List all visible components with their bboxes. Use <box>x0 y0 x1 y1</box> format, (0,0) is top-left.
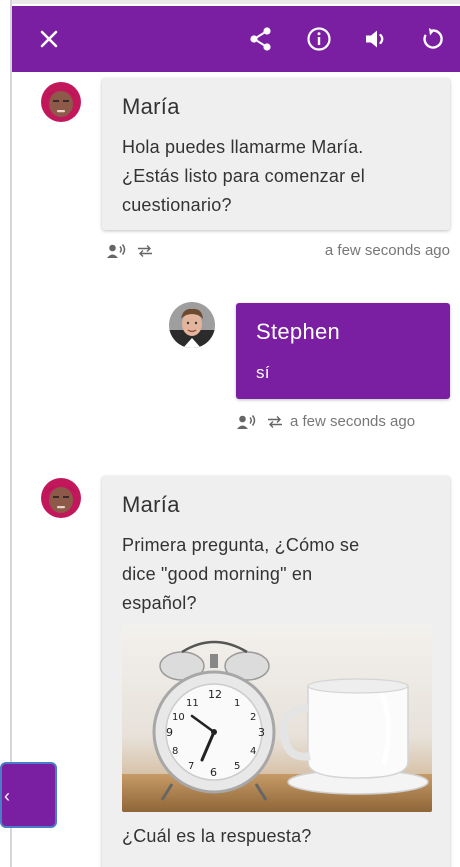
side-panel-button[interactable]: ‹ <box>0 762 57 828</box>
translate-icon[interactable] <box>136 244 154 258</box>
svg-text:7: 7 <box>188 761 194 772</box>
message-line: Primera pregunta, ¿Cómo se <box>122 535 360 555</box>
svg-text:8: 8 <box>172 746 178 757</box>
message-line: Hola puedes llamarme María. <box>122 137 364 157</box>
message-line: sí <box>256 363 270 382</box>
message-line: español? <box>122 593 197 613</box>
maria-avatar <box>38 78 84 124</box>
speaker-icon[interactable] <box>106 243 128 259</box>
message-line: ¿Estás listo para comenzar el <box>122 166 365 186</box>
chat-transcript[interactable]: María Hola puedes llamarme María. ¿Estás… <box>12 72 460 867</box>
translate-icon[interactable] <box>266 415 284 429</box>
message-image[interactable]: 12 3 6 9 1 2 4 5 7 8 10 11 <box>122 624 432 812</box>
reload-icon <box>423 28 443 49</box>
svg-text:11: 11 <box>186 698 199 709</box>
share-button[interactable] <box>238 6 284 72</box>
info-button[interactable] <box>296 6 342 72</box>
message-meta-1: a few seconds ago <box>106 242 450 259</box>
sender-name: María <box>122 492 180 517</box>
message-meta-2: a few seconds ago <box>236 413 450 430</box>
svg-text:5: 5 <box>234 761 240 772</box>
close-icon <box>40 30 58 48</box>
maria-avatar <box>38 474 84 520</box>
message-timestamp: a few seconds ago <box>324 242 450 259</box>
svg-text:10: 10 <box>172 712 185 723</box>
message-timestamp: a few seconds ago <box>290 413 416 430</box>
reload-button[interactable] <box>410 6 456 72</box>
window-top-edge <box>0 0 460 4</box>
close-button[interactable] <box>26 6 72 72</box>
svg-text:9: 9 <box>166 726 173 739</box>
svg-text:2: 2 <box>250 712 256 723</box>
chat-toolbar <box>12 6 460 72</box>
message-line: ¿Cuál es la respuesta? <box>122 826 312 846</box>
svg-text:3: 3 <box>258 726 265 739</box>
sender-name: María <box>122 94 180 119</box>
volume-button[interactable] <box>353 6 399 72</box>
svg-text:4: 4 <box>250 746 256 757</box>
chevron-left-icon: ‹ <box>4 786 10 806</box>
message-line: dice "good morning" en <box>122 564 313 584</box>
svg-text:12: 12 <box>208 688 222 701</box>
info-icon <box>307 27 331 51</box>
sender-name: Stephen <box>256 319 341 344</box>
svg-text:1: 1 <box>234 698 240 709</box>
message-bubble-1: María Hola puedes llamarme María. ¿Estás… <box>102 78 450 230</box>
window-left-edge <box>0 0 12 867</box>
stephen-avatar <box>169 302 215 348</box>
volume-icon <box>366 30 384 48</box>
message-bubble-2: Stephen sí <box>236 303 450 399</box>
speaker-icon[interactable] <box>236 414 258 430</box>
message-line: cuestionario? <box>122 195 232 215</box>
svg-text:6: 6 <box>210 766 217 779</box>
share-icon <box>250 27 271 51</box>
